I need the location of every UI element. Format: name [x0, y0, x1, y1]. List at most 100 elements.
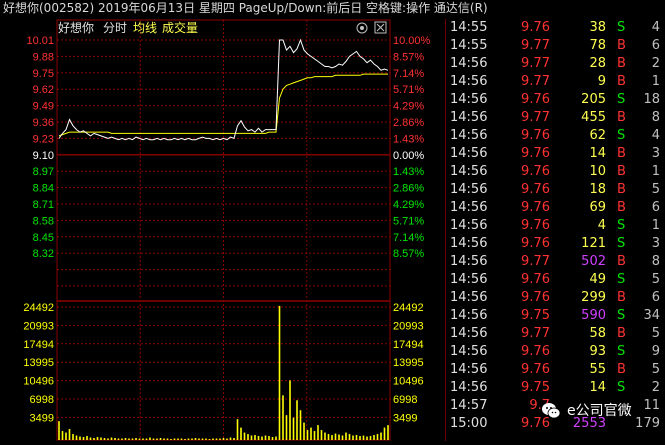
trade-volume: 205 [581, 92, 606, 107]
trade-count: 1 [651, 218, 660, 233]
trade-volume: 62 [589, 128, 606, 143]
trade-count: 34 [643, 308, 660, 323]
pct-tick-label: 10.00% [393, 35, 431, 47]
trade-count: 6 [651, 290, 660, 305]
trade-price: 9.76 [521, 146, 550, 161]
pct-tick-label: 2.86% [393, 183, 424, 195]
trade-time: 14:56 [450, 290, 488, 305]
trade-time: 14:55 [450, 38, 488, 53]
trade-price: 9.75 [521, 380, 550, 395]
trade-volume: 38 [589, 20, 606, 35]
trade-side: S [617, 308, 626, 323]
trade-volume: 93 [589, 344, 606, 359]
trade-row: 14:56 9.77 28 B 2 [446, 55, 665, 73]
trade-count: 5 [651, 326, 660, 341]
wechat-icon [542, 403, 561, 419]
trade-time: 14:56 [450, 236, 488, 251]
trade-time: 14:56 [450, 218, 488, 233]
trade-side: B [617, 290, 626, 305]
volume-tick-label: 6998 [30, 394, 54, 406]
volume-tick-label-right: 20993 [393, 320, 424, 332]
trade-time: 14:56 [450, 146, 488, 161]
volume-tick-label-right: 10496 [393, 376, 424, 388]
trade-time: 14:56 [450, 272, 488, 287]
trade-side: B [617, 38, 626, 53]
trade-count: 6 [651, 38, 660, 53]
pct-tick-label: 1.43% [393, 133, 424, 145]
trade-row: 14:56 9.75 590 S 34 [446, 307, 665, 325]
pct-axis-right: 10.00% 8.57% 7.14% 5.71% 4.29% 2.86% 1.43% 0.00… [393, 35, 431, 260]
trade-count: 5 [651, 272, 660, 287]
price-tick-label: 8.97 [33, 166, 54, 178]
trade-volume: 14 [589, 146, 606, 161]
volume-tick-label: 20993 [23, 320, 54, 332]
intraday-chart[interactable]: 好想你 分时 均线 成交量 10.01 9.88 9.75 9.62 9.49 9.36 9… [0, 17, 445, 441]
volume-tick-label: 13995 [23, 357, 54, 369]
trade-row: 14:56 9.76 14 B 3 [446, 145, 665, 163]
trade-side: B [617, 326, 626, 341]
trade-side: B [617, 164, 626, 179]
avg-line-label: 均线 [133, 21, 157, 35]
trade-row: 14:56 9.77 455 B 8 [446, 109, 665, 127]
stock-name: 好想你 [58, 20, 94, 35]
pct-tick-label: 8.57% [393, 248, 424, 260]
trade-count: 8 [651, 110, 660, 125]
watermark: e公司官微 [537, 398, 663, 424]
volume-tick-label: 24492 [23, 302, 54, 314]
trade-side: B [617, 182, 626, 197]
price-tick-label: 9.49 [33, 101, 54, 113]
price-tick-label: 9.23 [33, 133, 54, 145]
trade-side: S [617, 92, 626, 107]
price-tick-label: 8.32 [33, 248, 54, 260]
trade-count: 4 [651, 20, 660, 35]
circle-icon[interactable] [356, 22, 368, 34]
trade-time: 14:56 [450, 182, 488, 197]
trade-volume: 455 [581, 110, 606, 125]
price-tick-label: 9.62 [33, 84, 54, 96]
trade-time: 14:56 [450, 92, 488, 107]
trade-row: 14:56 9.76 299 B 6 [446, 289, 665, 307]
trade-price: 9.76 [521, 92, 550, 107]
chart-grid [56, 19, 391, 441]
price-tick-label: 8.45 [33, 232, 54, 244]
trade-price: 9.76 [521, 164, 550, 179]
trade-count: 8 [651, 254, 660, 269]
volume-axis-right: 24492 20993 17494 13995 10496 6998 3499 [393, 302, 424, 424]
trade-side: S [617, 218, 626, 233]
trade-volume: 58 [589, 326, 606, 341]
pct-tick-label: 4.29% [393, 101, 424, 113]
trade-row: 14:56 9.76 69 B 6 [446, 199, 665, 217]
trade-time: 14:56 [450, 128, 488, 143]
trade-side: S [617, 272, 626, 287]
trade-time: 14:57 [450, 398, 488, 413]
volume-tick-label-right: 17494 [393, 339, 424, 351]
pct-tick-label: 0.00% [393, 150, 424, 162]
trade-time: 14:56 [450, 254, 488, 269]
trade-row: 14:56 9.77 58 B 5 [446, 325, 665, 343]
trade-time: 14:55 [450, 20, 488, 35]
trade-count: 18 [643, 92, 660, 107]
tick-trades-panel[interactable]: 14:55 9.76 38 S 4 14:55 9.77 78 B 6 14:56 9.77 28 B 2 1… [445, 19, 665, 441]
mode-label[interactable]: 分时 [103, 21, 127, 35]
price-axis-left: 10.01 9.88 9.75 9.62 9.49 9.36 9.23 9.10 8.97 8.8… [26, 35, 54, 260]
trade-time: 14:56 [450, 200, 488, 215]
trade-row: 14:56 9.76 49 S 5 [446, 271, 665, 289]
trade-time: 14:56 [450, 308, 488, 323]
trade-volume: 78 [589, 38, 606, 53]
trade-count: 3 [651, 146, 660, 161]
trade-row: 14:56 9.76 93 S 9 [446, 343, 665, 361]
trade-side: B [617, 56, 626, 71]
trade-row: 14:56 9.76 62 S 4 [446, 127, 665, 145]
volume-tick-label-right: 6998 [393, 394, 417, 406]
price-tick-label: 9.75 [33, 68, 54, 80]
pct-tick-label: 7.14% [393, 68, 424, 80]
volume-tick-label-right: 3499 [393, 412, 417, 424]
volume-tick-label-right: 24492 [393, 302, 424, 314]
trade-time: 14:56 [450, 326, 488, 341]
trade-price: 9.76 [521, 290, 550, 305]
price-tick-label: 9.36 [33, 117, 54, 129]
trade-row: 14:56 9.76 18 B 5 [446, 181, 665, 199]
close-icon[interactable] [374, 21, 387, 34]
volume-legend-label: 成交量 [162, 20, 198, 35]
trade-count: 2 [651, 380, 660, 395]
